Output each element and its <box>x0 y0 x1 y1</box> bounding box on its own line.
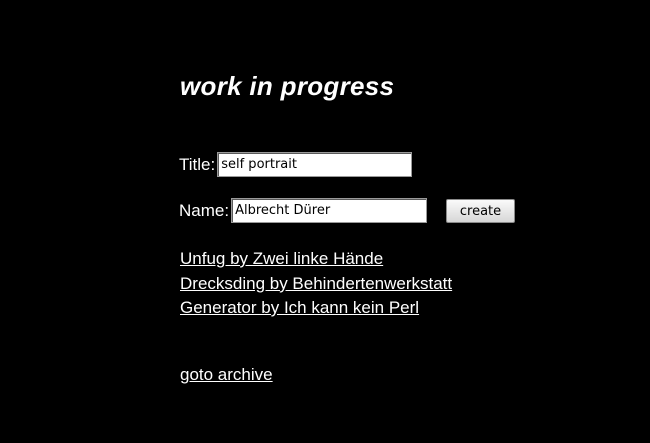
name-row: Name: <box>179 198 428 223</box>
create-button[interactable]: create <box>446 199 515 223</box>
page-title: work in progress <box>180 71 395 101</box>
work-links-list: Unfug by Zwei linke Hände Drecksding by … <box>180 247 452 321</box>
title-row: Title: <box>179 152 413 177</box>
title-label: Title: <box>179 154 216 174</box>
list-item: Drecksding by Behindertenwerkstatt <box>180 272 452 297</box>
archive-link[interactable]: goto archive <box>180 364 273 386</box>
work-link-drecksding[interactable]: Drecksding by Behindertenwerkstatt <box>180 274 452 293</box>
name-input[interactable] <box>231 198 428 223</box>
title-input[interactable] <box>217 152 413 177</box>
list-item: Generator by Ich kann kein Perl <box>180 296 452 321</box>
work-link-generator[interactable]: Generator by Ich kann kein Perl <box>180 298 419 317</box>
list-item: Unfug by Zwei linke Hände <box>180 247 452 272</box>
work-link-unfug[interactable]: Unfug by Zwei linke Hände <box>180 249 383 268</box>
name-label: Name: <box>179 200 230 220</box>
